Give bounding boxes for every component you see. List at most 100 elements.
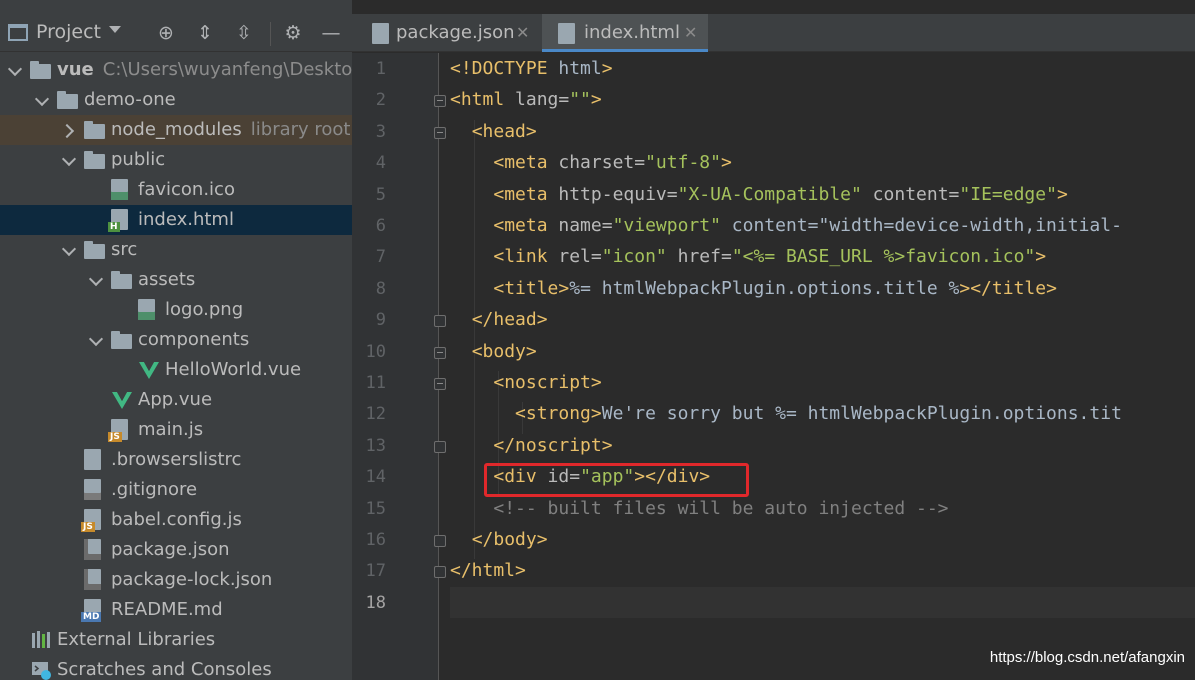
folder-icon [84, 241, 105, 259]
tree-item-name: src [111, 239, 138, 260]
tree-item-label: index.html [138, 205, 234, 235]
tree-item[interactable]: HelloWorld.vue [0, 355, 352, 385]
tree-item[interactable]: .gitignore [0, 475, 352, 505]
tree-item-label: vue C:\Users\wuyanfeng\Desktop\ [57, 55, 352, 85]
folder-icon [57, 91, 78, 109]
code-line[interactable]: </body> [450, 524, 548, 555]
code-line[interactable]: <!DOCTYPE html> [450, 53, 613, 84]
fold-marker-icon[interactable] [434, 95, 446, 108]
line-number: 4 [375, 153, 386, 174]
tree-item-label: package-lock.json [111, 565, 272, 595]
code-editor[interactable]: <!DOCTYPE html> <html lang=""> <head> <me… [450, 53, 1195, 680]
image-file-icon [138, 299, 155, 320]
code-line[interactable]: <title>%= htmlWebpackPlugin.options.titl… [450, 273, 1057, 304]
chevron-down-icon[interactable] [62, 235, 76, 265]
chevron-right-icon[interactable] [62, 115, 76, 145]
annotation-highlight-box [484, 463, 749, 497]
chevron-down-icon[interactable] [35, 85, 49, 115]
tab-strip-top [352, 0, 1195, 14]
tree-item-label: components [138, 325, 249, 355]
tree-item[interactable]: Hindex.html [0, 205, 352, 235]
tree-item-label: assets [138, 265, 195, 295]
code-line[interactable]: <meta name="viewport" content="width=dev… [450, 210, 1122, 241]
tree-item-name: package.json [111, 539, 230, 560]
chevron-down-icon[interactable] [8, 55, 22, 85]
libraries-icon [32, 631, 50, 648]
tree-item-name: favicon.ico [138, 179, 235, 200]
json-file-icon [84, 569, 101, 590]
editor-tab-bar: package.json ✕ index.html ✕ [352, 14, 1195, 52]
tree-item[interactable]: Scratches and Consoles [0, 655, 352, 680]
code-line[interactable]: <head> [450, 116, 537, 147]
tree-item-name: .browserslistrc [111, 449, 242, 470]
line-number: 14 [365, 467, 386, 488]
tree-item[interactable]: logo.png [0, 295, 352, 325]
fold-marker-icon[interactable] [434, 315, 446, 328]
tree-item[interactable]: External Libraries [0, 625, 352, 655]
tree-item[interactable]: public [0, 145, 352, 175]
tree-item-name: .gitignore [111, 479, 198, 500]
tree-item-name: babel.config.js [111, 509, 242, 530]
chevron-down-icon[interactable] [109, 26, 121, 33]
project-view-title[interactable]: Project [36, 21, 101, 43]
code-line[interactable]: </noscript> [450, 430, 612, 461]
tree-item[interactable]: JS babel.config.js [0, 505, 352, 535]
toolbar-divider [270, 22, 271, 46]
tree-item-name: public [111, 149, 166, 170]
tree-item[interactable]: JS main.js [0, 415, 352, 445]
code-line[interactable]: <strong>We're sorry but %= htmlWebpackPl… [450, 398, 1122, 429]
close-icon[interactable]: ✕ [516, 14, 529, 52]
gutter-divider [438, 53, 439, 680]
tree-item-label: babel.config.js [111, 505, 242, 535]
tree-item[interactable]: assets [0, 265, 352, 295]
collapse-all-icon[interactable]: ⇳ [231, 20, 257, 46]
chevron-down-icon[interactable] [89, 265, 103, 295]
expand-all-icon[interactable]: ⇕ [192, 20, 218, 46]
folder-icon [84, 121, 105, 139]
tree-item-name: README.md [111, 599, 223, 620]
tree-item[interactable]: demo-one [0, 85, 352, 115]
tree-item-label: main.js [138, 415, 203, 445]
tree-item[interactable]: components [0, 325, 352, 355]
code-line[interactable]: </html> [450, 555, 526, 586]
fold-marker-icon[interactable] [434, 346, 446, 359]
chevron-down-icon[interactable] [62, 145, 76, 175]
js-file-icon: JS [108, 419, 128, 442]
tree-item-name: HelloWorld.vue [165, 359, 302, 380]
code-line[interactable]: <noscript> [450, 367, 601, 398]
tree-item-label: .browserslistrc [111, 445, 241, 475]
tree-item[interactable]: MD README.md [0, 595, 352, 625]
tree-item[interactable]: src [0, 235, 352, 265]
code-line[interactable]: <html lang=""> [450, 84, 602, 115]
tree-item[interactable]: package.json [0, 535, 352, 565]
fold-marker-icon[interactable] [434, 535, 446, 547]
code-line[interactable]: <body> [450, 336, 537, 367]
code-line[interactable]: <meta http-equiv="X-UA-Compatible" conte… [450, 179, 1067, 210]
chevron-down-icon[interactable] [89, 325, 103, 355]
tab-label: package.json [396, 22, 515, 43]
code-line[interactable]: <!-- built files will be auto injected -… [450, 493, 948, 524]
html-file-icon [558, 23, 575, 44]
code-line[interactable]: <meta charset="utf-8"> [450, 147, 731, 178]
tree-item[interactable]: vue C:\Users\wuyanfeng\Desktop\ [0, 55, 352, 85]
fold-marker-icon[interactable] [434, 440, 446, 453]
locate-icon[interactable]: ⊕ [153, 20, 179, 46]
fold-marker-icon[interactable] [434, 378, 446, 390]
tree-item[interactable]: package-lock.json [0, 565, 352, 595]
hide-icon[interactable]: — [318, 20, 344, 46]
fold-marker-icon[interactable] [434, 566, 446, 579]
gear-icon[interactable]: ⚙ [280, 20, 306, 46]
tree-item[interactable]: App.vue [0, 385, 352, 415]
tab-package-json[interactable]: package.json ✕ [352, 14, 540, 52]
close-icon[interactable]: ✕ [684, 14, 697, 52]
fold-marker-icon[interactable] [434, 126, 446, 139]
line-number: 5 [375, 184, 386, 205]
code-line[interactable] [450, 586, 1195, 618]
watermark: https://blog.csdn.net/afangxin [989, 649, 1185, 666]
tree-item[interactable]: favicon.ico [0, 175, 352, 205]
code-line[interactable]: </head> [450, 304, 548, 335]
tab-index-html[interactable]: index.html ✕ [542, 14, 708, 52]
tree-item[interactable]: .browserslistrc [0, 445, 352, 475]
code-line[interactable]: <link rel="icon" href="<%= BASE_URL %>fa… [450, 241, 1046, 272]
tree-item[interactable]: node_modules library root [0, 115, 352, 145]
